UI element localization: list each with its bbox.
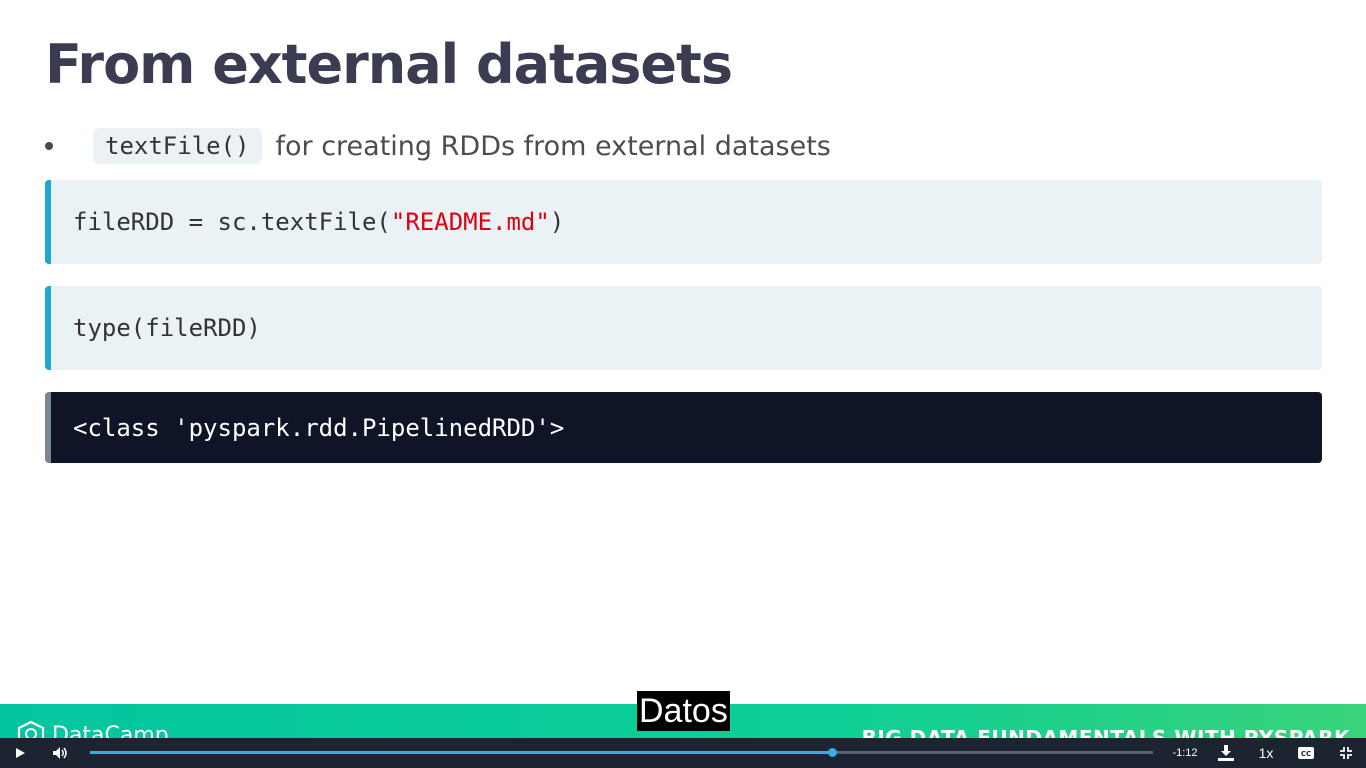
exit-fullscreen-button[interactable] [1334, 738, 1358, 768]
speed-button[interactable]: 1x [1252, 738, 1280, 768]
bullet-text: for creating RDDs from external datasets [275, 130, 831, 162]
code-string: "README.md" [390, 208, 550, 236]
progress-handle[interactable] [827, 748, 837, 757]
download-button[interactable] [1214, 738, 1238, 768]
inline-code: textFile() [93, 128, 262, 164]
brand-name: DataCamp [52, 722, 169, 739]
slide-title: From external datasets [45, 33, 733, 96]
bullet-dot [45, 142, 53, 150]
captions-button[interactable]: CC [1294, 738, 1318, 768]
datacamp-icon [17, 720, 45, 738]
exit-fullscreen-icon [1340, 747, 1352, 759]
volume-icon [53, 747, 67, 759]
code-block-textfile: fileRDD = sc.textFile("README.md") [45, 180, 1322, 264]
code-text: ) [549, 208, 565, 236]
progress-fill [90, 751, 832, 754]
output-block: <class 'pyspark.rdd.PipelinedRDD'> [45, 392, 1322, 463]
download-icon [1218, 745, 1234, 761]
progress-bar[interactable] [90, 748, 1153, 757]
course-title: BIG DATA FUNDAMENTALS WITH PYSPARK [861, 726, 1350, 738]
subtitle-caption: Datos [637, 691, 730, 731]
captions-icon: CC [1298, 747, 1314, 759]
play-button[interactable] [8, 738, 32, 768]
svg-text:CC: CC [1301, 750, 1311, 758]
output-text: <class 'pyspark.rdd.PipelinedRDD'> [73, 413, 565, 442]
code-text: type(fileRDD) [73, 314, 261, 342]
code-text: fileRDD = sc.textFile( [73, 208, 391, 236]
volume-button[interactable] [48, 738, 72, 768]
play-icon [16, 748, 25, 758]
bullet-item: textFile() for creating RDDs from extern… [45, 126, 831, 166]
code-block-type: type(fileRDD) [45, 286, 1322, 370]
time-remaining: -1:12 [1172, 747, 1198, 759]
datacamp-logo: DataCamp [16, 720, 169, 738]
